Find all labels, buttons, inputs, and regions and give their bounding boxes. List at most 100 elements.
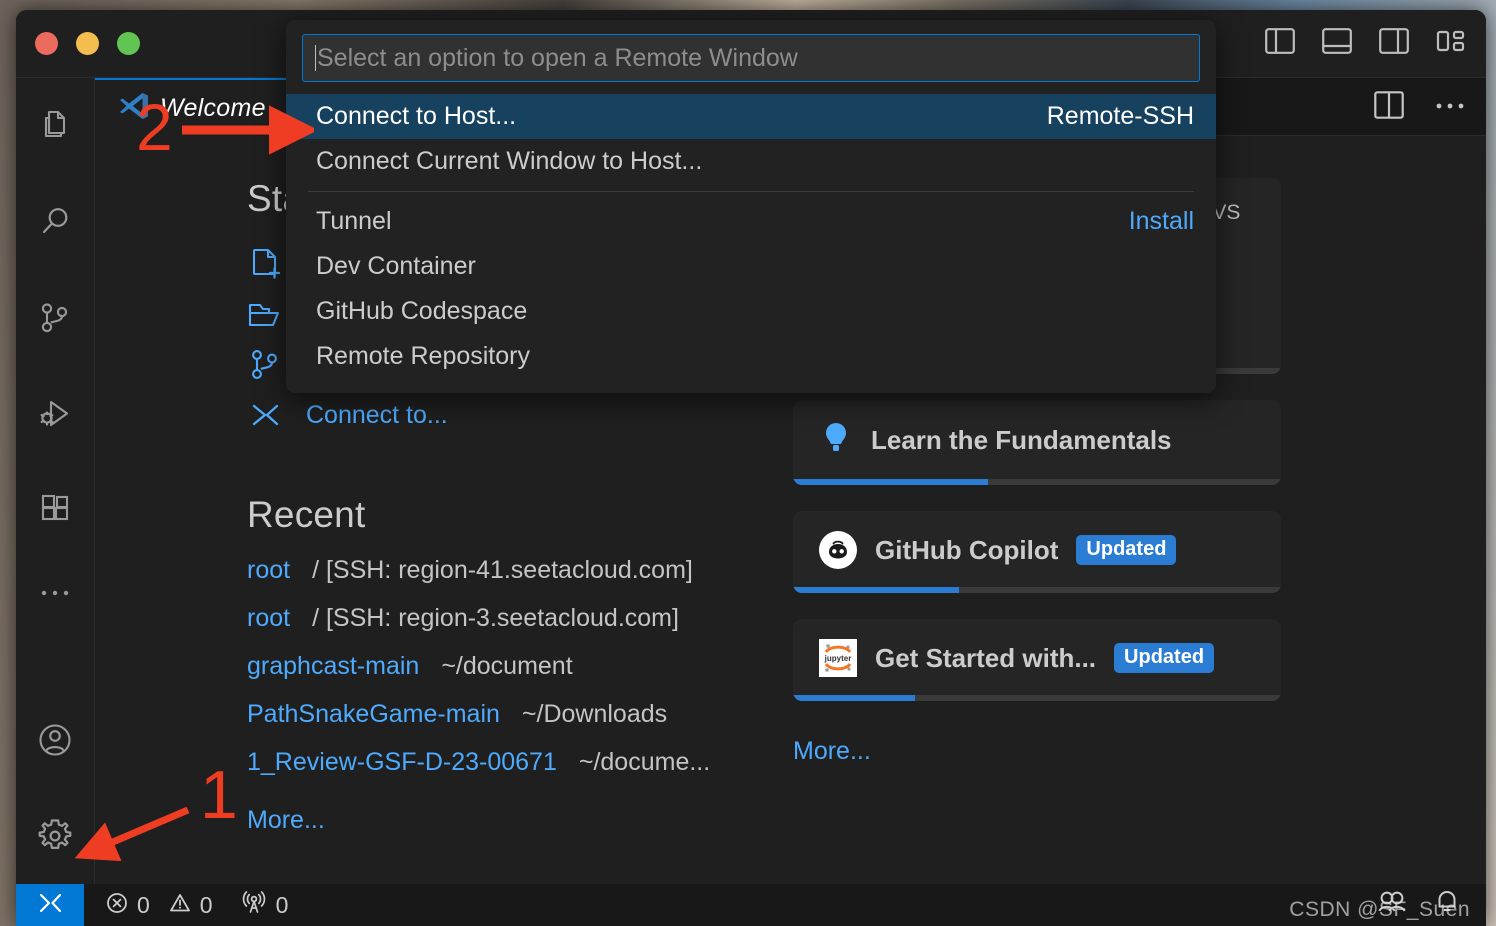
- recent-heading: Recent: [247, 494, 366, 535]
- quick-pick-item-connect-to-host[interactable]: Connect to Host... Remote-SSH: [286, 94, 1216, 139]
- warning-count: 0: [199, 891, 213, 918]
- search-icon: [36, 203, 74, 241]
- manage-settings-button[interactable]: [16, 788, 95, 884]
- walkthroughs-more-link[interactable]: More...: [793, 737, 871, 766]
- walkthrough-card-github-copilot[interactable]: GitHub Copilot Updated: [793, 511, 1281, 593]
- recent-item-path: / [SSH: region-3.seetacloud.com]: [312, 604, 679, 632]
- recent-item-name: root: [247, 556, 291, 584]
- close-window-button[interactable]: [35, 32, 58, 55]
- start-item-connect-to[interactable]: Connect to...: [247, 390, 715, 440]
- quick-pick-item-label: Tunnel: [316, 207, 392, 235]
- sidebar-item-run-and-debug[interactable]: [16, 366, 95, 462]
- text-caret: [315, 45, 316, 71]
- walkthrough-card-badge: Updated: [1114, 643, 1215, 673]
- quick-pick-item-github-codespace[interactable]: GitHub Codespace: [286, 289, 1216, 334]
- recent-more-link[interactable]: More...: [247, 806, 325, 835]
- recent-item[interactable]: root / [SSH: region-3.seetacloud.com]: [247, 604, 715, 652]
- quick-pick-item-label: GitHub Codespace: [316, 297, 528, 325]
- error-icon: [106, 892, 128, 919]
- walkthrough-card-badge: Updated: [1076, 535, 1177, 565]
- account-icon: [35, 720, 75, 760]
- remote-indicator-icon: [36, 892, 64, 919]
- radio-tower-icon: [241, 890, 267, 920]
- tab-welcome[interactable]: Welcome: [95, 78, 315, 136]
- sidebar-item-source-control[interactable]: [16, 270, 95, 366]
- ports-status-button[interactable]: 0: [241, 890, 289, 920]
- accounts-button[interactable]: [16, 692, 95, 788]
- recent-item[interactable]: PathSnakeGame-main ~/Downloads: [247, 700, 715, 748]
- quick-pick-item-remote-repository[interactable]: Remote Repository: [286, 334, 1216, 379]
- minimize-window-button[interactable]: [76, 32, 99, 55]
- status-bar: 0 0 0: [16, 884, 1486, 926]
- tab-welcome-label: Welcome: [160, 93, 266, 122]
- toggle-panel-icon[interactable]: [1322, 28, 1352, 54]
- error-count: 0: [137, 891, 150, 918]
- gear-icon: [34, 815, 76, 857]
- explorer-icon: [36, 107, 74, 145]
- recent-item-path: ~/docume...: [578, 748, 711, 776]
- toggle-secondary-sidebar-icon[interactable]: [1379, 28, 1409, 54]
- layout-controls: [1265, 28, 1466, 54]
- vscode-window: Welcome Start: [16, 10, 1486, 926]
- window-controls: [35, 32, 140, 55]
- walkthrough-card-title: GitHub Copilot: [875, 534, 1059, 565]
- quick-pick-item-install-action[interactable]: Install: [1129, 207, 1194, 236]
- recent-item-path: ~/document: [441, 652, 573, 680]
- remote-connect-icon: [247, 397, 283, 433]
- quick-pick-item-detail: Remote-SSH: [1046, 102, 1194, 130]
- quick-pick-item-label: Remote Repository: [316, 342, 530, 370]
- copilot-icon: [819, 531, 857, 569]
- start-item-connect-to-label: Connect to...: [306, 400, 448, 429]
- recent-item-path: ~/Downloads: [521, 700, 668, 728]
- toggle-primary-sidebar-icon[interactable]: [1265, 28, 1295, 54]
- recent-list: root / [SSH: region-41.seetacloud.com] r…: [247, 556, 715, 835]
- quick-pick-item-connect-current-window[interactable]: Connect Current Window to Host...: [286, 139, 1216, 184]
- jupyter-icon: jupyter: [819, 639, 857, 677]
- sidebar-item-search[interactable]: [16, 174, 95, 270]
- quick-pick-item-label: Connect Current Window to Host...: [316, 147, 703, 175]
- problems-status-button[interactable]: 0 0: [106, 892, 213, 919]
- watermark: CSDN @SF_Suen: [1289, 898, 1470, 921]
- open-folder-icon: [247, 297, 283, 333]
- walkthrough-card-learn-fundamentals[interactable]: Learn the Fundamentals: [793, 400, 1281, 485]
- recent-item[interactable]: 1_Review-GSF-D-23-00671 ~/docume...: [247, 748, 715, 796]
- sidebar-item-extensions[interactable]: [16, 462, 95, 558]
- clone-repo-icon: [247, 347, 283, 383]
- more-actions-icon[interactable]: [1434, 98, 1466, 116]
- extensions-icon: [36, 491, 74, 529]
- lightbulb-icon: [819, 420, 853, 461]
- quick-pick-input[interactable]: Select an option to open a Remote Window: [302, 34, 1200, 82]
- recent-item-name: root: [247, 604, 291, 632]
- run-and-debug-icon: [36, 395, 74, 433]
- quick-pick-placeholder: Select an option to open a Remote Window: [317, 43, 798, 72]
- vscode-logo-icon: [117, 89, 151, 128]
- warning-icon: [169, 892, 191, 919]
- svg-text:jupyter: jupyter: [824, 654, 852, 663]
- source-control-icon: [36, 299, 74, 337]
- walkthrough-card-title: Get Started with...: [875, 642, 1097, 673]
- remote-indicator-button[interactable]: [16, 884, 84, 926]
- quick-pick-item-dev-container[interactable]: Dev Container: [286, 244, 1216, 289]
- editor-tab-actions: [1374, 78, 1466, 136]
- maximize-window-button[interactable]: [117, 32, 140, 55]
- sidebar-item-explorer[interactable]: [16, 78, 95, 174]
- walkthrough-progress-bar: [793, 479, 1281, 485]
- recent-item[interactable]: root / [SSH: region-41.seetacloud.com]: [247, 556, 715, 604]
- walkthrough-progress-bar: [793, 695, 1281, 701]
- new-file-icon: [247, 247, 283, 283]
- recent-item-name: PathSnakeGame-main: [247, 700, 500, 728]
- walkthrough-card-title: Learn the Fundamentals: [871, 425, 1172, 455]
- customize-layout-icon[interactable]: [1436, 28, 1466, 54]
- recent-item-name: graphcast-main: [247, 652, 420, 680]
- ports-count: 0: [275, 891, 289, 918]
- split-editor-icon[interactable]: [1374, 90, 1404, 124]
- recent-item-path: / [SSH: region-41.seetacloud.com]: [312, 556, 693, 584]
- quick-pick-item-label: Connect to Host...: [316, 102, 517, 130]
- more-views-icon: [36, 588, 74, 598]
- remote-window-quick-pick: Select an option to open a Remote Window…: [286, 20, 1216, 393]
- quick-pick-item-tunnel[interactable]: Tunnel Install: [286, 199, 1216, 244]
- sidebar-item-additional-views[interactable]: [16, 558, 95, 628]
- walkthrough-card-jupyter[interactable]: jupyter Get Started with... Updated: [793, 619, 1281, 701]
- quick-pick-separator: [308, 191, 1194, 192]
- recent-item[interactable]: graphcast-main ~/document: [247, 652, 715, 700]
